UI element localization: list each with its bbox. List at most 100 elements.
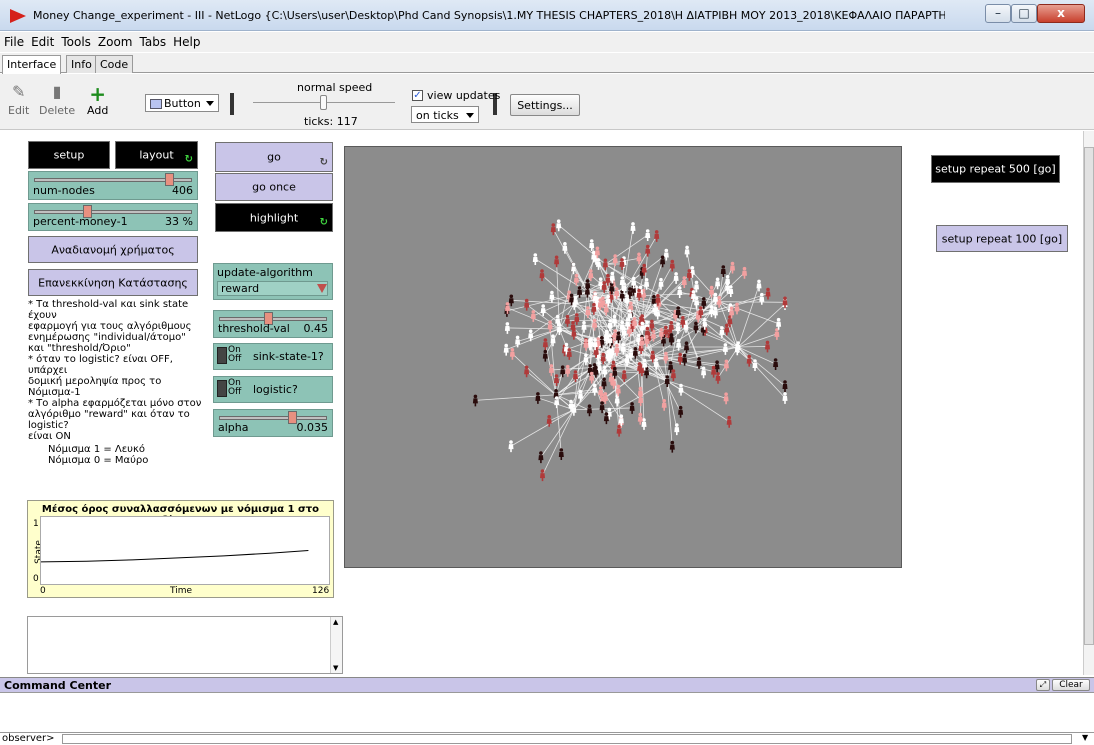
agent-node	[583, 339, 589, 351]
command-input[interactable]	[62, 734, 1072, 744]
agent-node	[554, 255, 560, 268]
settings-button[interactable]: Settings...	[510, 94, 580, 116]
setup-repeat-500-button[interactable]: setup repeat 500 [go]	[931, 155, 1060, 183]
num-nodes-slider[interactable]: num-nodes 406	[28, 171, 198, 200]
agent-node	[774, 328, 780, 340]
layout-button[interactable]: layout ↻	[115, 141, 198, 169]
agent-node	[674, 423, 680, 436]
agent-node	[720, 265, 726, 277]
setup-repeat-500-label: setup repeat 500 [go]	[935, 162, 1056, 176]
go-button[interactable]: go ↻	[215, 142, 333, 172]
menu-help[interactable]: Help	[169, 32, 203, 49]
agent-node	[578, 389, 583, 402]
agent-node	[621, 370, 627, 382]
agent-node	[765, 287, 771, 300]
agent-node	[587, 404, 592, 417]
chevron-down-icon[interactable]: ▼	[1082, 733, 1088, 742]
agent-node	[539, 269, 545, 282]
menu-tools[interactable]: Tools	[57, 32, 94, 49]
agent-node	[602, 365, 608, 378]
agent-node	[684, 245, 690, 258]
main-vertical-scrollbar[interactable]	[1083, 131, 1094, 675]
forever-icon: ↻	[319, 157, 328, 168]
chevron-down-icon	[466, 113, 474, 118]
dropdown-arrow-icon	[317, 284, 327, 293]
menu-zoom[interactable]: Zoom	[94, 32, 136, 49]
agent-node	[782, 392, 788, 404]
widget-type-select[interactable]: Button	[145, 94, 219, 112]
agent-node	[542, 338, 548, 351]
highlight-button[interactable]: highlight ↻	[215, 203, 333, 232]
agent-node	[663, 248, 669, 261]
alpha-slider[interactable]: alpha 0.035	[213, 409, 333, 437]
delete-tool[interactable]: ▮ Delete	[39, 82, 75, 117]
agent-node	[603, 412, 609, 425]
threshold-slider[interactable]: threshold-val 0.45	[213, 310, 333, 338]
close-button[interactable]: x	[1037, 4, 1085, 23]
switch-toggle[interactable]	[217, 347, 227, 364]
agent-node	[540, 304, 546, 317]
expand-icon[interactable]: ⤢	[1036, 679, 1050, 691]
agent-node	[773, 358, 779, 370]
tab-info[interactable]: Info	[66, 55, 97, 73]
speed-label: normal speed	[297, 81, 373, 94]
sink-state-switch[interactable]: On Off sink-state-1?	[213, 343, 333, 370]
setup-repeat-100-button[interactable]: setup repeat 100 [go]	[936, 225, 1068, 252]
setup-button[interactable]: setup	[28, 141, 110, 169]
agent-node	[602, 258, 608, 271]
agent-node	[524, 298, 530, 311]
agent-node	[669, 259, 675, 272]
agent-node	[610, 360, 616, 373]
agent-node	[686, 269, 692, 281]
maximize-icon: □	[1018, 6, 1030, 20]
update-algorithm-chooser[interactable]: update-algorithm reward	[213, 263, 333, 300]
add-tool[interactable]: + Add	[87, 82, 108, 117]
agent-node	[558, 448, 564, 460]
command-input-bar[interactable]: observer> ▼	[0, 732, 1094, 745]
agent-node	[639, 321, 645, 334]
world-view[interactable]	[344, 146, 902, 568]
scrollbar-thumb[interactable]	[1084, 147, 1094, 645]
percent-money-slider[interactable]: percent-money-1 33 %	[28, 203, 198, 231]
agent-node	[554, 396, 560, 409]
agent-node	[509, 348, 515, 360]
agent-node	[538, 451, 544, 464]
edit-tool[interactable]: ✎ Edit	[8, 82, 29, 117]
agent-node	[628, 348, 634, 361]
plot-x-axis-label: Time	[170, 586, 193, 596]
minimize-button[interactable]: –	[985, 4, 1011, 23]
agent-node	[726, 415, 732, 428]
reset-state-button[interactable]: Επανεκκίνηση Κατάστασης	[28, 269, 198, 296]
output-area[interactable]: ▲ ▼	[27, 616, 343, 674]
widget-type-value: Button	[164, 97, 201, 110]
go-once-button[interactable]: go once	[215, 173, 333, 201]
redistribute-money-button[interactable]: Αναδιανομή χρήματος	[28, 236, 198, 263]
agent-node	[574, 313, 580, 325]
view-updates-checkbox[interactable]: ✓	[412, 90, 423, 101]
agent-node	[548, 364, 554, 376]
agent-node	[524, 365, 530, 378]
reset-label: Επανεκκίνηση Κατάστασης	[38, 276, 188, 289]
legend-note: Νόμισμα 1 = Λευκό Νόμισμα 0 = Μαύρο	[48, 444, 149, 466]
logistic-switch[interactable]: On Off logistic?	[213, 376, 333, 403]
speed-slider[interactable]	[320, 95, 327, 110]
output-scrollbar[interactable]: ▲ ▼	[330, 617, 342, 673]
tab-code[interactable]: Code	[95, 55, 134, 73]
agent-node	[715, 277, 721, 290]
menu-file[interactable]: File	[0, 32, 27, 49]
agent-node	[715, 372, 721, 384]
switch-toggle[interactable]	[217, 380, 227, 397]
minimize-icon: –	[995, 6, 1001, 20]
alpha-label: alpha	[218, 421, 249, 434]
menu-edit[interactable]: Edit	[27, 32, 57, 49]
plot-area	[40, 516, 330, 585]
network-link	[510, 409, 575, 447]
update-mode-select[interactable]: on ticks	[411, 106, 479, 123]
close-icon: x	[1057, 6, 1065, 20]
tab-interface[interactable]: Interface	[2, 55, 62, 74]
network-link	[512, 353, 557, 396]
delete-label: Delete	[39, 104, 76, 117]
maximize-button[interactable]: □	[1011, 4, 1037, 23]
menu-tabs[interactable]: Tabs	[136, 32, 170, 49]
clear-button[interactable]: Clear	[1052, 679, 1090, 691]
